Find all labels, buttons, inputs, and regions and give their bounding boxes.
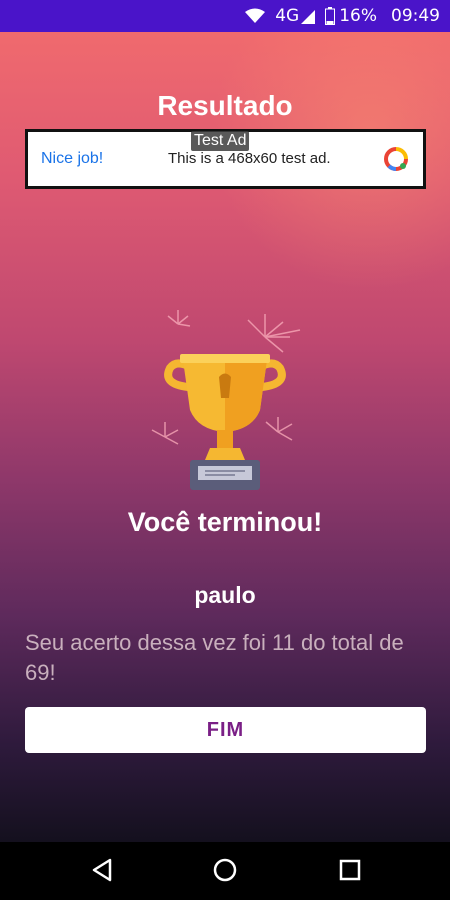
wifi-icon bbox=[245, 8, 266, 24]
recents-icon[interactable] bbox=[338, 857, 362, 888]
clock: 09:49 bbox=[391, 6, 440, 26]
status-bar: 4G 16% 09:49 bbox=[0, 0, 450, 32]
trophy-icon bbox=[151, 310, 301, 490]
page-title: Resultado bbox=[157, 90, 293, 121]
signal-icon bbox=[301, 8, 316, 24]
player-name: paulo bbox=[194, 582, 256, 608]
ad-headline: Nice job! bbox=[41, 150, 104, 167]
back-icon[interactable] bbox=[90, 857, 114, 888]
network-type: 4G bbox=[275, 6, 300, 26]
battery-icon bbox=[325, 7, 336, 25]
home-icon[interactable] bbox=[212, 857, 238, 888]
ad-text: This is a 468x60 test ad. bbox=[168, 150, 331, 167]
ad-choices-icon[interactable] bbox=[383, 146, 409, 177]
test-ad-label: Test Ad bbox=[191, 131, 250, 151]
finish-button[interactable]: FIM bbox=[25, 707, 426, 753]
score-message: Seu acerto dessa vez foi 11 do total de … bbox=[25, 630, 404, 685]
navigation-bar bbox=[0, 842, 450, 900]
result-heading: Você terminou! bbox=[127, 507, 323, 537]
result-screen: Resultado Nice job! This is a 468x60 tes… bbox=[0, 32, 450, 842]
battery-level: 16% bbox=[339, 6, 377, 26]
